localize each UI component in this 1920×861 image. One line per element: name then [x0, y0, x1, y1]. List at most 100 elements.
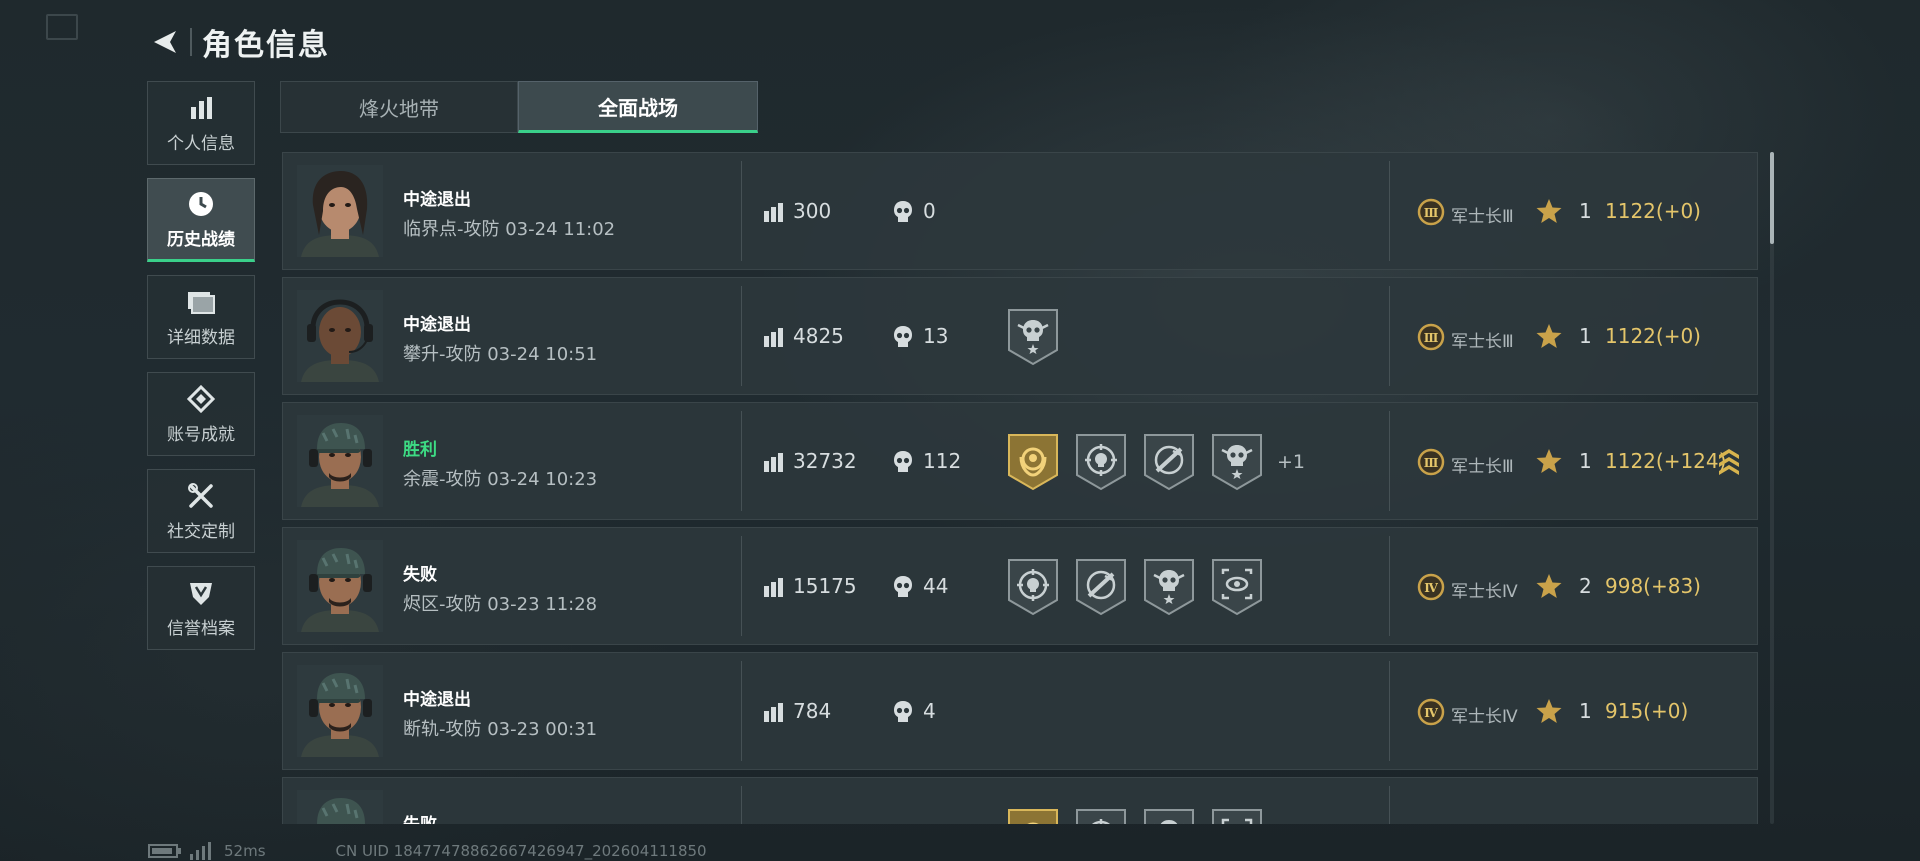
skull-star-badge[interactable]	[1007, 308, 1059, 366]
latency-readout: 52ms	[224, 842, 266, 860]
rank-emblem-icon: Ⅳ	[1417, 573, 1445, 601]
match-result: 失败	[403, 565, 437, 585]
signal-icon	[190, 842, 211, 860]
match-map-time: 攀升-攻防 03-24 10:51	[403, 344, 598, 365]
sidebar-item-detailed-data[interactable]: 详细数据	[147, 275, 255, 359]
skull-star-badge[interactable]	[1143, 808, 1195, 824]
rifle-target-badge[interactable]	[1075, 558, 1127, 616]
skull-icon	[893, 325, 913, 349]
skull-target-badge[interactable]	[1075, 808, 1127, 824]
row-divider	[1389, 786, 1390, 824]
sidebar-item-label: 账号成就	[167, 424, 235, 445]
row-divider	[741, 661, 742, 761]
match-kills: 0	[923, 199, 936, 223]
sidebar-item-social-custom[interactable]: 社交定制	[147, 469, 255, 553]
row-divider	[741, 161, 742, 261]
sidebar-item-credit-profile[interactable]: 信誉档案	[147, 566, 255, 650]
sidebar-item-achievements[interactable]: 账号成就	[147, 372, 255, 456]
skull-target-badge[interactable]	[1075, 433, 1127, 491]
header-divider	[190, 28, 192, 56]
score-icon	[763, 702, 785, 722]
rank-name: 军士长Ⅳ	[1451, 707, 1518, 727]
skull-icon	[893, 450, 913, 474]
more-medals-count[interactable]: +1	[1277, 451, 1305, 473]
star-icon	[1535, 572, 1563, 600]
match-row[interactable]: 失败	[282, 777, 1758, 824]
battery-icon	[148, 844, 181, 858]
rating-change: 1122(+0)	[1605, 199, 1701, 223]
svg-text:Ⅳ: Ⅳ	[1424, 581, 1438, 595]
sidebar-item-label: 详细数据	[167, 327, 235, 348]
tab-full-battlefield[interactable]: 全面战场	[518, 81, 758, 133]
row-divider	[1389, 286, 1390, 386]
row-divider	[741, 536, 742, 636]
credit-shield-icon	[187, 578, 215, 608]
eye-scope-badge[interactable]	[1211, 808, 1263, 824]
scrollbar-track[interactable]	[1770, 152, 1774, 824]
tools-icon	[187, 481, 215, 511]
star-icon	[1535, 447, 1563, 475]
rating-change: 1122(+0)	[1605, 324, 1701, 348]
rank-name: 军士长Ⅳ	[1451, 582, 1518, 602]
scrollbar-thumb[interactable]	[1770, 152, 1774, 244]
score-icon	[763, 202, 785, 222]
operator-avatar	[297, 290, 383, 382]
match-score: 784	[793, 699, 832, 723]
star-count: 2	[1579, 574, 1592, 598]
gold-laurel-badge[interactable]	[1007, 433, 1059, 491]
match-row[interactable]: 中途退出 断轨-攻防 03-23 00:31 784 4 Ⅳ 军士长Ⅳ 1 915(+0)	[282, 652, 1758, 770]
skull-star-badge[interactable]	[1143, 558, 1195, 616]
medal-list	[1007, 308, 1075, 366]
rank-up-chevron-icon	[1717, 447, 1741, 477]
match-map-time: 断轨-攻防 03-23 00:31	[403, 719, 598, 740]
operator-avatar	[297, 665, 383, 757]
svg-text:Ⅳ: Ⅳ	[1424, 706, 1438, 720]
operator-avatar	[297, 540, 383, 632]
window-corner-icon	[46, 14, 78, 40]
sidebar-item-label: 个人信息	[167, 133, 235, 154]
match-row[interactable]: 失败 烬区-攻防 03-23 11:28 15175 44 Ⅳ 军士长Ⅳ 2 998(+83)	[282, 527, 1758, 645]
match-kills: 44	[923, 574, 949, 598]
page-title: 角色信息	[202, 28, 330, 63]
star-count: 1	[1579, 699, 1592, 723]
sidebar-item-label: 信誉档案	[167, 618, 235, 639]
skull-icon	[893, 575, 913, 599]
star-count: 1	[1579, 199, 1592, 223]
skull-star-badge[interactable]	[1211, 433, 1263, 491]
match-row[interactable]: 中途退出 临界点-攻防 03-24 11:02 300 0 Ⅲ 军士长Ⅲ 1 1122(+0)	[282, 152, 1758, 270]
skull-icon	[893, 200, 913, 224]
back-button[interactable]	[148, 25, 182, 59]
match-history-list: 中途退出 临界点-攻防 03-24 11:02 300 0 Ⅲ 军士长Ⅲ 1 1122(+0)…	[282, 152, 1758, 824]
star-icon	[1535, 322, 1563, 350]
match-score: 300	[793, 199, 832, 223]
sidebar-item-personal-info[interactable]: 个人信息	[147, 81, 255, 165]
eye-scope-badge[interactable]	[1211, 558, 1263, 616]
score-icon	[763, 327, 785, 347]
clock-icon	[187, 189, 215, 219]
gold-laurel-badge[interactable]	[1007, 808, 1059, 824]
svg-text:Ⅲ: Ⅲ	[1424, 331, 1439, 345]
rifle-target-badge[interactable]	[1143, 433, 1195, 491]
rank-emblem-icon: Ⅳ	[1417, 698, 1445, 726]
rating-change: 1122(+124)	[1605, 449, 1727, 473]
match-map-time: 余震-攻防 03-24 10:23	[403, 469, 598, 490]
match-row[interactable]: 中途退出 攀升-攻防 03-24 10:51 4825 13 Ⅲ 军士长Ⅲ 1 1122(+0…	[282, 277, 1758, 395]
sidebar-item-match-history[interactable]: 历史战绩	[147, 178, 255, 262]
match-map-time: 临界点-攻防 03-24 11:02	[403, 219, 616, 240]
rank-name: 军士长Ⅲ	[1451, 332, 1514, 352]
medal-list	[1007, 558, 1279, 616]
match-score: 4825	[793, 324, 844, 348]
match-kills: 13	[923, 324, 949, 348]
score-icon	[763, 452, 785, 472]
footer: 52ms CN UID 184774788626674269​47_202604…	[148, 842, 707, 860]
tab-hazard-zone[interactable]: 烽火地带	[280, 81, 518, 133]
medal-list: +1	[1007, 433, 1305, 491]
rank-emblem-icon: Ⅲ	[1417, 323, 1445, 351]
match-result: 中途退出	[403, 690, 471, 710]
operator-avatar	[297, 790, 383, 824]
rank-emblem-icon: Ⅲ	[1417, 448, 1445, 476]
match-row[interactable]: 胜利 余震-攻防 03-24 10:23 32732 112 +1 Ⅲ 军士长Ⅲ 1 1122(…	[282, 402, 1758, 520]
skull-icon	[893, 700, 913, 724]
skull-target-badge[interactable]	[1007, 558, 1059, 616]
match-result: 中途退出	[403, 190, 471, 210]
